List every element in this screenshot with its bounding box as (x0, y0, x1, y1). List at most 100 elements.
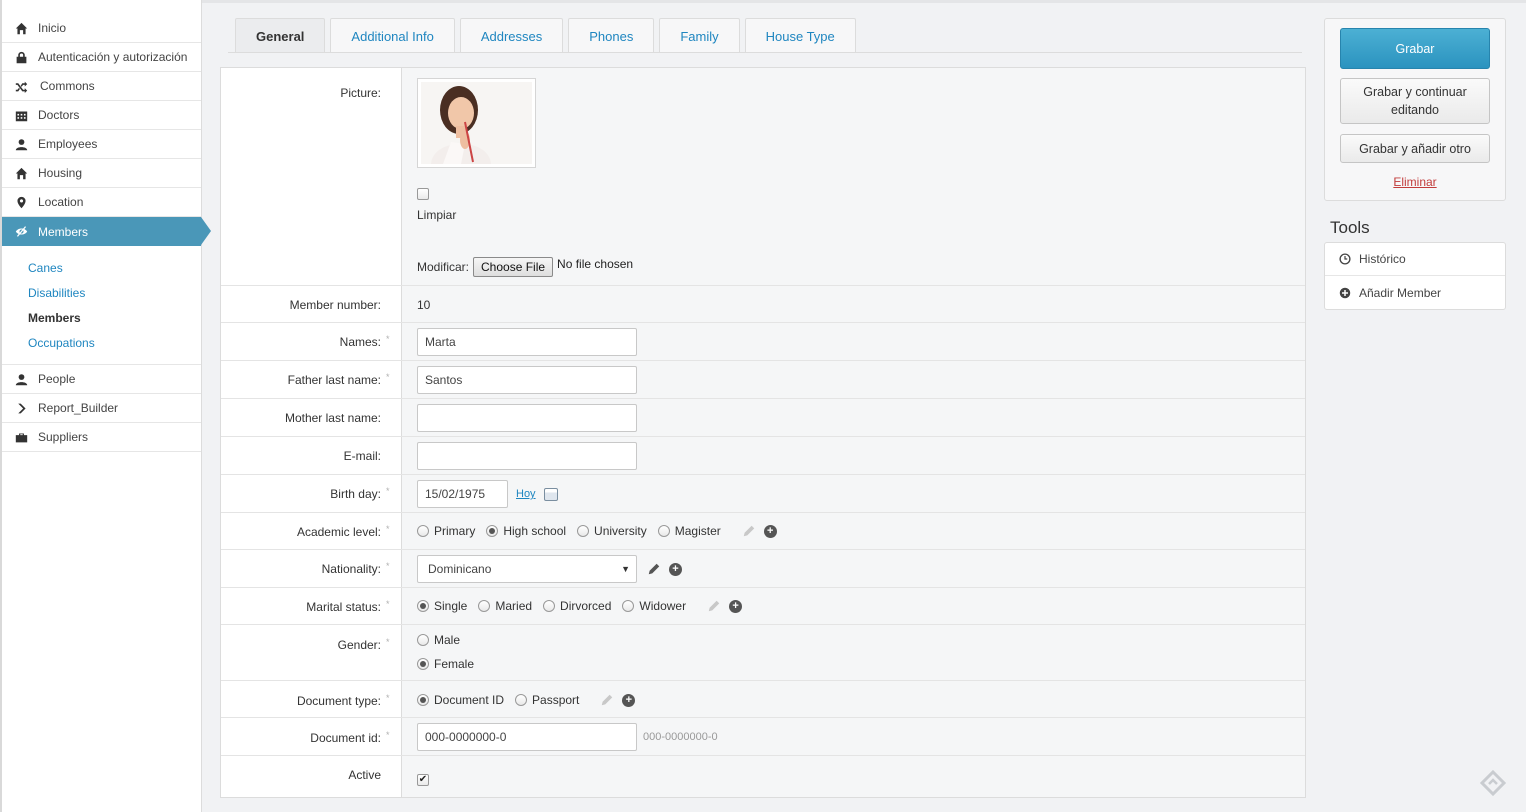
sidebar-item-label: Doctors (38, 108, 80, 122)
tools-heading: Tools (1330, 218, 1370, 237)
subnav-item-disabilities[interactable]: Disabilities (28, 281, 201, 306)
radio-dirvorced[interactable]: Dirvorced (543, 599, 611, 613)
subnav-item-occupations[interactable]: Occupations (28, 331, 201, 356)
user-icon (14, 137, 28, 151)
sidebar-item-autenticacion[interactable]: Autenticación y autorización (2, 43, 201, 72)
sidebar-item-report-builder[interactable]: Report_Builder (2, 394, 201, 423)
academic-level-radios: Primary High school University Magister … (417, 524, 777, 538)
document-type-radios: Document ID Passport + (417, 693, 636, 707)
tab-bar: General Additional Info Addresses Phones… (235, 18, 861, 53)
edit-pencil-icon[interactable] (600, 693, 614, 707)
tab-divider (228, 52, 1302, 53)
shuffle-icon (14, 79, 28, 93)
tool-label: Histórico (1359, 252, 1406, 266)
required-mark: * (386, 730, 390, 740)
sidebar-item-housing[interactable]: Housing (2, 159, 201, 188)
tool-add-member[interactable]: Añadir Member (1325, 276, 1505, 309)
academic-level-row: Academic level: * Primary High school Un… (221, 513, 1305, 550)
radio-maried[interactable]: Maried (478, 599, 532, 613)
sidebar-item-suppliers[interactable]: Suppliers (2, 423, 201, 452)
active-label: Active (348, 768, 381, 782)
father-last-name-input[interactable]: Santos (417, 366, 637, 394)
radio-document-id[interactable]: Document ID (417, 693, 504, 707)
birth-day-row: Birth day: * 15/02/1975 Hoy (221, 475, 1305, 513)
tab-family[interactable]: Family (659, 18, 740, 53)
tool-history[interactable]: Histórico (1325, 243, 1505, 276)
member-form: Picture: Limpiar Modificar: Choose File (220, 67, 1306, 798)
save-continue-button[interactable]: Grabar y continuar editando (1340, 78, 1490, 124)
sidebar-item-location[interactable]: Location (2, 188, 201, 217)
delete-link[interactable]: Eliminar (1325, 175, 1505, 189)
document-type-row: Document type: * Document ID Passport + (221, 681, 1305, 718)
clock-icon (1339, 253, 1351, 265)
required-mark: * (386, 524, 390, 534)
tab-additional-info[interactable]: Additional Info (330, 18, 455, 53)
today-link[interactable]: Hoy (516, 488, 536, 500)
plus-circle-icon (1339, 287, 1351, 298)
member-number-label: Member number: (289, 298, 381, 312)
document-id-input[interactable]: 000-0000000-0 (417, 723, 637, 751)
briefcase-icon (14, 430, 28, 444)
subnav-item-canes[interactable]: Canes (28, 256, 201, 281)
calendar-icon (14, 108, 28, 122)
map-marker-icon (14, 195, 28, 209)
sidebar-item-doctors[interactable]: Doctors (2, 101, 201, 130)
sidebar-item-people[interactable]: People (2, 365, 201, 394)
radio-female[interactable]: Female (417, 657, 474, 671)
father-last-name-label: Father last name: (287, 373, 381, 387)
tab-general[interactable]: General (235, 18, 326, 53)
mother-last-name-row: Mother last name: (221, 399, 1305, 437)
member-number-row: Member number: 10 (221, 286, 1305, 323)
nationality-select[interactable]: Dominicano ▼ (417, 555, 637, 583)
sidebar-item-label: Housing (38, 166, 83, 180)
lock-icon (14, 50, 28, 64)
add-plus-icon[interactable]: + (763, 524, 777, 538)
home-icon (14, 21, 28, 35)
radio-high-school[interactable]: High school (486, 524, 566, 538)
top-divider (202, 0, 1526, 3)
required-mark: * (386, 486, 390, 496)
edit-pencil-icon[interactable] (647, 562, 661, 576)
picture-preview[interactable]: Limpiar Modificar: Choose File No file c… (417, 78, 633, 277)
active-checkbox[interactable]: ✔ (417, 770, 429, 786)
tool-label: Añadir Member (1359, 285, 1442, 300)
tab-phones[interactable]: Phones (568, 18, 655, 53)
sidebar-item-employees[interactable]: Employees (2, 130, 201, 159)
add-plus-icon[interactable]: + (729, 599, 743, 613)
radio-passport[interactable]: Passport (515, 693, 579, 707)
tab-house-type[interactable]: House Type (744, 18, 856, 53)
tab-addresses[interactable]: Addresses (459, 18, 564, 53)
radio-primary[interactable]: Primary (417, 524, 475, 538)
radio-university[interactable]: University (577, 524, 647, 538)
document-type-label: Document type: (296, 694, 381, 708)
sidebar-item-inicio[interactable]: Inicio (2, 14, 201, 43)
save-button[interactable]: Grabar (1340, 28, 1490, 69)
document-id-row: Document id: * 000-0000000-0 000-0000000… (221, 718, 1305, 756)
radio-single[interactable]: Single (417, 599, 467, 613)
members-subnav: Canes Disabilities Members Occupations (2, 246, 201, 365)
email-input[interactable] (417, 442, 637, 470)
chevron-right-icon (14, 401, 28, 415)
submit-panel: Grabar Grabar y continuar editando Graba… (1324, 18, 1506, 201)
names-input[interactable]: Marta (417, 328, 637, 356)
radio-magister[interactable]: Magister (657, 524, 721, 538)
sidebar-item-members[interactable]: Members (2, 217, 211, 246)
required-mark: * (386, 334, 390, 344)
subnav-item-members[interactable]: Members (28, 306, 201, 331)
add-plus-icon[interactable]: + (669, 562, 682, 576)
radio-male[interactable]: Male (417, 633, 474, 647)
birth-day-input[interactable]: 15/02/1975 (417, 480, 508, 508)
edit-pencil-icon[interactable] (742, 524, 756, 538)
add-plus-icon[interactable]: + (622, 693, 636, 707)
calendar-icon[interactable] (543, 487, 558, 501)
feedback-icon[interactable] (1480, 770, 1506, 796)
sidebar-item-label: Autenticación y autorización (38, 50, 188, 64)
radio-widower[interactable]: Widower (622, 599, 686, 613)
save-add-another-button[interactable]: Grabar y añadir otro (1340, 134, 1490, 163)
clear-picture-checkbox[interactable] (417, 188, 633, 203)
member-photo[interactable] (417, 78, 536, 168)
edit-pencil-icon[interactable] (707, 599, 721, 613)
choose-file-button[interactable]: Choose File (473, 257, 554, 277)
mother-last-name-input[interactable] (417, 404, 637, 432)
sidebar-item-commons[interactable]: Commons (2, 72, 201, 101)
